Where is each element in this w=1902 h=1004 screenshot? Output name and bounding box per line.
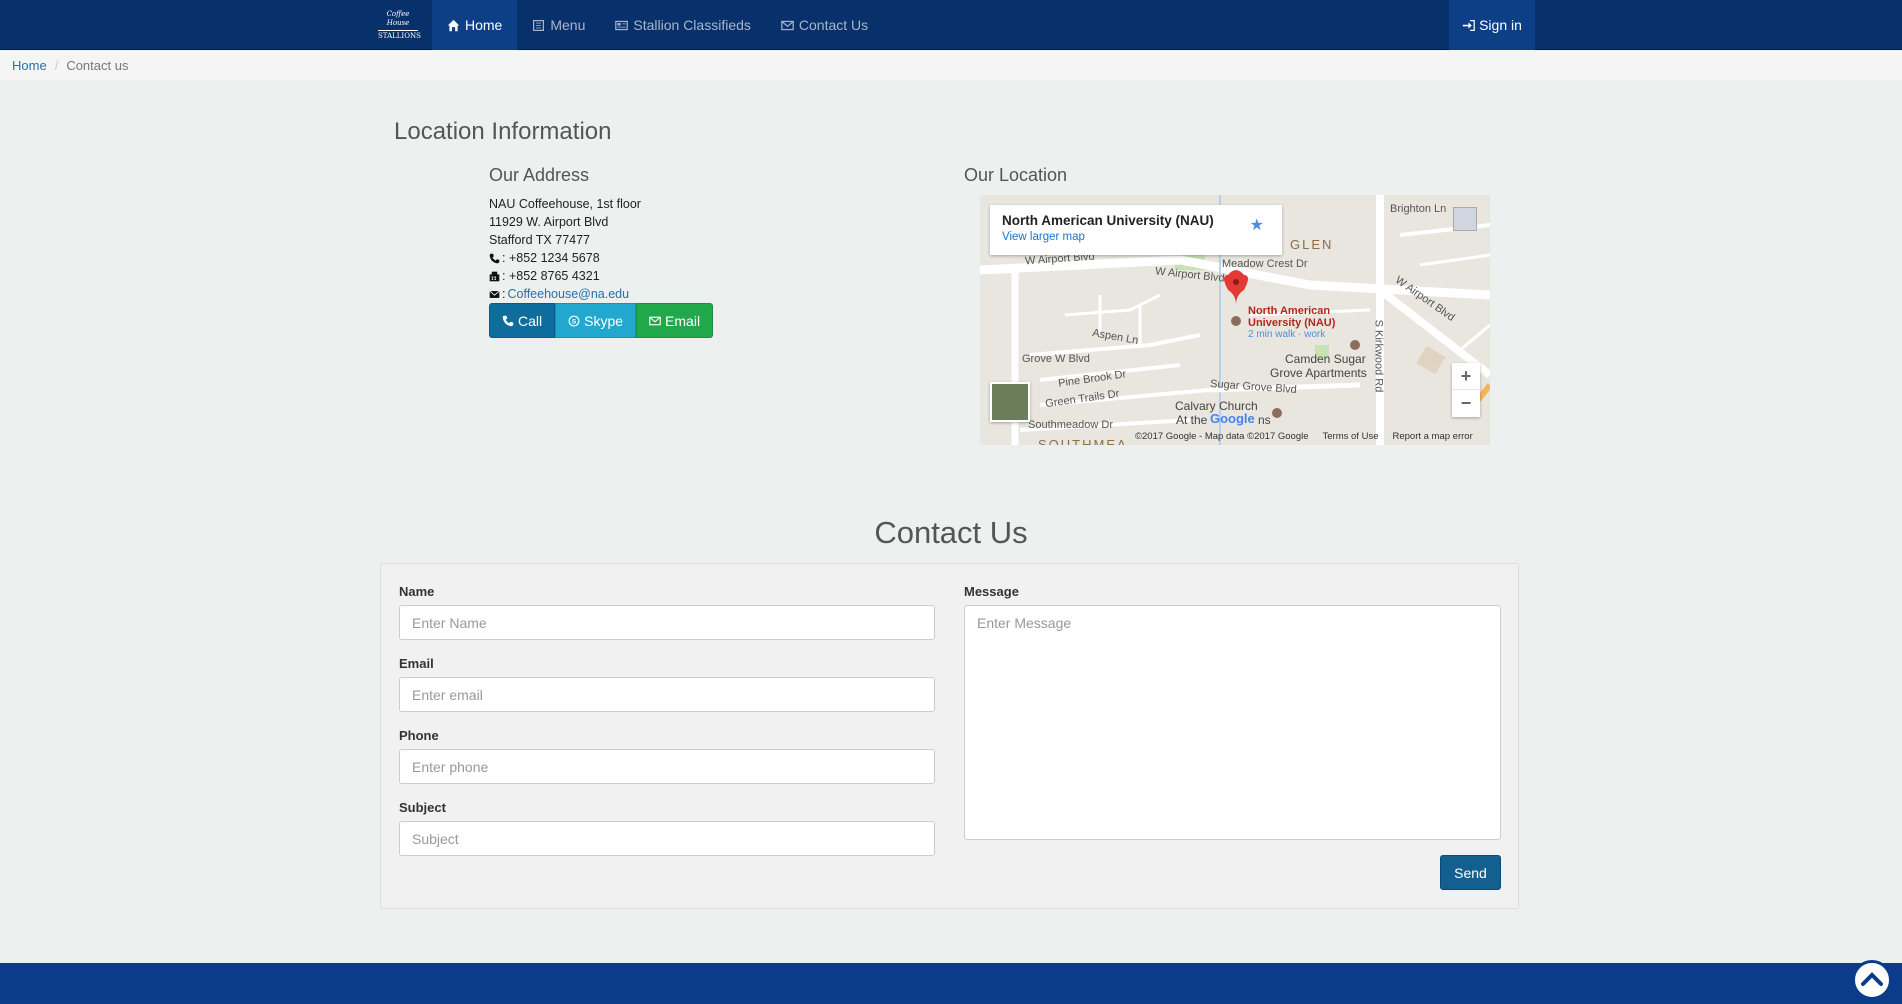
phone-icon: [502, 315, 514, 326]
satellite-toggle[interactable]: [990, 382, 1030, 422]
map-place-name: North American University (NAU): [1002, 213, 1214, 228]
newspaper-icon: [615, 20, 629, 30]
nav-menu[interactable]: Menu: [517, 0, 600, 50]
poi-walk: 2 min walk · work: [1248, 329, 1326, 340]
signin-button[interactable]: Sign in: [1449, 0, 1535, 50]
map-label-southmea: SOUTHMEA: [1038, 437, 1128, 445]
map-heading: Our Location: [964, 165, 1068, 185]
address-line-2: 11929 W. Airport Blvd: [489, 215, 609, 229]
view-larger-map-link[interactable]: View larger map: [1002, 231, 1270, 243]
nav-classifieds-label: Stallion Classifieds: [633, 17, 751, 33]
contact-title: Contact Us: [874, 515, 1028, 550]
breadcrumb-home[interactable]: Home: [12, 58, 47, 73]
subject-label: Subject: [399, 800, 446, 815]
map-label-grove: Grove W Blvd: [1022, 353, 1090, 365]
map-label-kirkwood: S Kirkwood Rd: [1372, 319, 1385, 393]
email-label: Email: [665, 312, 701, 329]
address-line-1: NAU Coffeehouse, 1st floor: [489, 197, 641, 211]
nav-home[interactable]: Home: [432, 0, 518, 50]
name-label: Name: [399, 584, 435, 599]
map-label-meadow-crest: Meadow Crest Dr: [1222, 258, 1308, 270]
map-poi-nau[interactable]: North American University (NAU) 2 min wa…: [1248, 305, 1335, 341]
brand-logo[interactable]: Coffee House STALLIONS: [378, 10, 421, 42]
map-label-calvary-2: At the: [1176, 413, 1208, 427]
address-heading: Our Address: [489, 165, 590, 185]
zoom-out-button[interactable]: −: [1452, 390, 1480, 417]
address-block: NAU Coffeehouse, 1st floor 11929 W. Airp…: [489, 195, 641, 303]
call-label: Call: [518, 312, 543, 329]
nav-contact-label: Contact Us: [798, 17, 869, 33]
nav-menu-label: Menu: [550, 17, 586, 33]
message-textarea[interactable]: Enter Message: [964, 605, 1501, 840]
envelope-icon: [649, 316, 661, 325]
main-nav: Home Menu Stallion Classifieds Contact U…: [432, 0, 883, 50]
breadcrumb-separator: /: [54, 58, 59, 73]
breadcrumb-current: Contact us: [66, 58, 129, 73]
map-label-glen: GLEN: [1290, 237, 1334, 252]
google-logo: Google: [1210, 411, 1255, 426]
signin-label: Sign in: [1479, 17, 1522, 33]
envelope-icon: [489, 290, 500, 298]
phone-label: Phone: [399, 728, 439, 743]
email-prefix: :: [502, 287, 506, 301]
brand-line2: STALLIONS: [378, 30, 421, 40]
map-footer: ©2017 Google - Map data ©2017 Google Ter…: [1135, 431, 1473, 442]
map-terms-link[interactable]: Terms of Use: [1323, 431, 1379, 442]
phone-line: : +852 1234 5678: [489, 249, 641, 267]
brand-line1: Coffee House: [386, 10, 410, 27]
fax-number: : +852 8765 4321: [502, 269, 600, 283]
zoom-controls: + −: [1452, 363, 1480, 417]
top-navbar: Coffee House STALLIONS Home Menu Stallio…: [0, 0, 1902, 50]
skype-button[interactable]: S Skype: [555, 303, 637, 338]
map-label-calvary-3: ns: [1258, 413, 1271, 427]
email-line: : Coffeehouse@na.edu: [489, 285, 641, 303]
chevron-up-icon: [1861, 972, 1883, 986]
home-icon: [447, 19, 460, 31]
poi-line-1: North American: [1248, 305, 1331, 317]
star-icon[interactable]: ★: [1250, 215, 1264, 235]
poi-line-2: University (NAU): [1248, 317, 1336, 329]
message-label: Message: [964, 584, 1019, 599]
map-label-brighton: Brighton Ln: [1390, 203, 1447, 215]
fax-icon: [489, 271, 500, 281]
map-label-southmeadow: Southmeadow Dr: [1028, 419, 1113, 431]
login-icon: [1462, 19, 1475, 31]
map-copyright: ©2017 Google - Map data ©2017 Google: [1135, 431, 1309, 442]
scroll-to-top-button[interactable]: [1852, 960, 1892, 1000]
email-label: Email: [399, 656, 434, 671]
phone-number: : +852 1234 5678: [502, 251, 600, 265]
phone-icon: [489, 253, 500, 263]
email-button[interactable]: Email: [636, 303, 714, 338]
map-report-link[interactable]: Report a map error: [1392, 431, 1472, 442]
location-title: Location Information: [394, 118, 612, 145]
map-label-camden-1: Camden Sugar: [1285, 352, 1366, 366]
zoom-in-button[interactable]: +: [1452, 363, 1480, 390]
address-line-3: Stafford TX 77477: [489, 233, 591, 247]
breadcrumb: Home / Contact us: [0, 51, 1902, 80]
nav-classifieds[interactable]: Stallion Classifieds: [600, 0, 766, 50]
fax-line: : +852 8765 4321: [489, 267, 641, 285]
name-input[interactable]: Enter Name: [399, 605, 935, 640]
svg-text:S: S: [572, 318, 577, 325]
embedded-map[interactable]: Brighton Ln GLEN Meadow Crest Dr W Airpo…: [980, 195, 1490, 445]
contact-button-group: Call S Skype Email: [489, 303, 714, 338]
nav-home-label: Home: [465, 17, 503, 33]
subject-input[interactable]: Subject: [399, 821, 935, 856]
map-info-card: North American University (NAU) View lar…: [990, 205, 1282, 255]
phone-input[interactable]: Enter phone: [399, 749, 935, 784]
email-input[interactable]: Enter email: [399, 677, 935, 712]
nav-contact[interactable]: Contact Us: [766, 0, 883, 50]
envelope-icon: [781, 20, 794, 30]
skype-icon: S: [568, 315, 580, 326]
email-link[interactable]: Coffeehouse@na.edu: [507, 285, 629, 303]
streetview-pegman-icon[interactable]: [1453, 207, 1477, 231]
send-button[interactable]: Send: [1440, 855, 1501, 890]
skype-label: Skype: [584, 312, 624, 329]
book-icon: [533, 19, 545, 31]
call-button[interactable]: Call: [489, 303, 556, 338]
footer-bar: [0, 963, 1902, 1004]
map-label-camden-2: Grove Apartments: [1270, 366, 1367, 380]
